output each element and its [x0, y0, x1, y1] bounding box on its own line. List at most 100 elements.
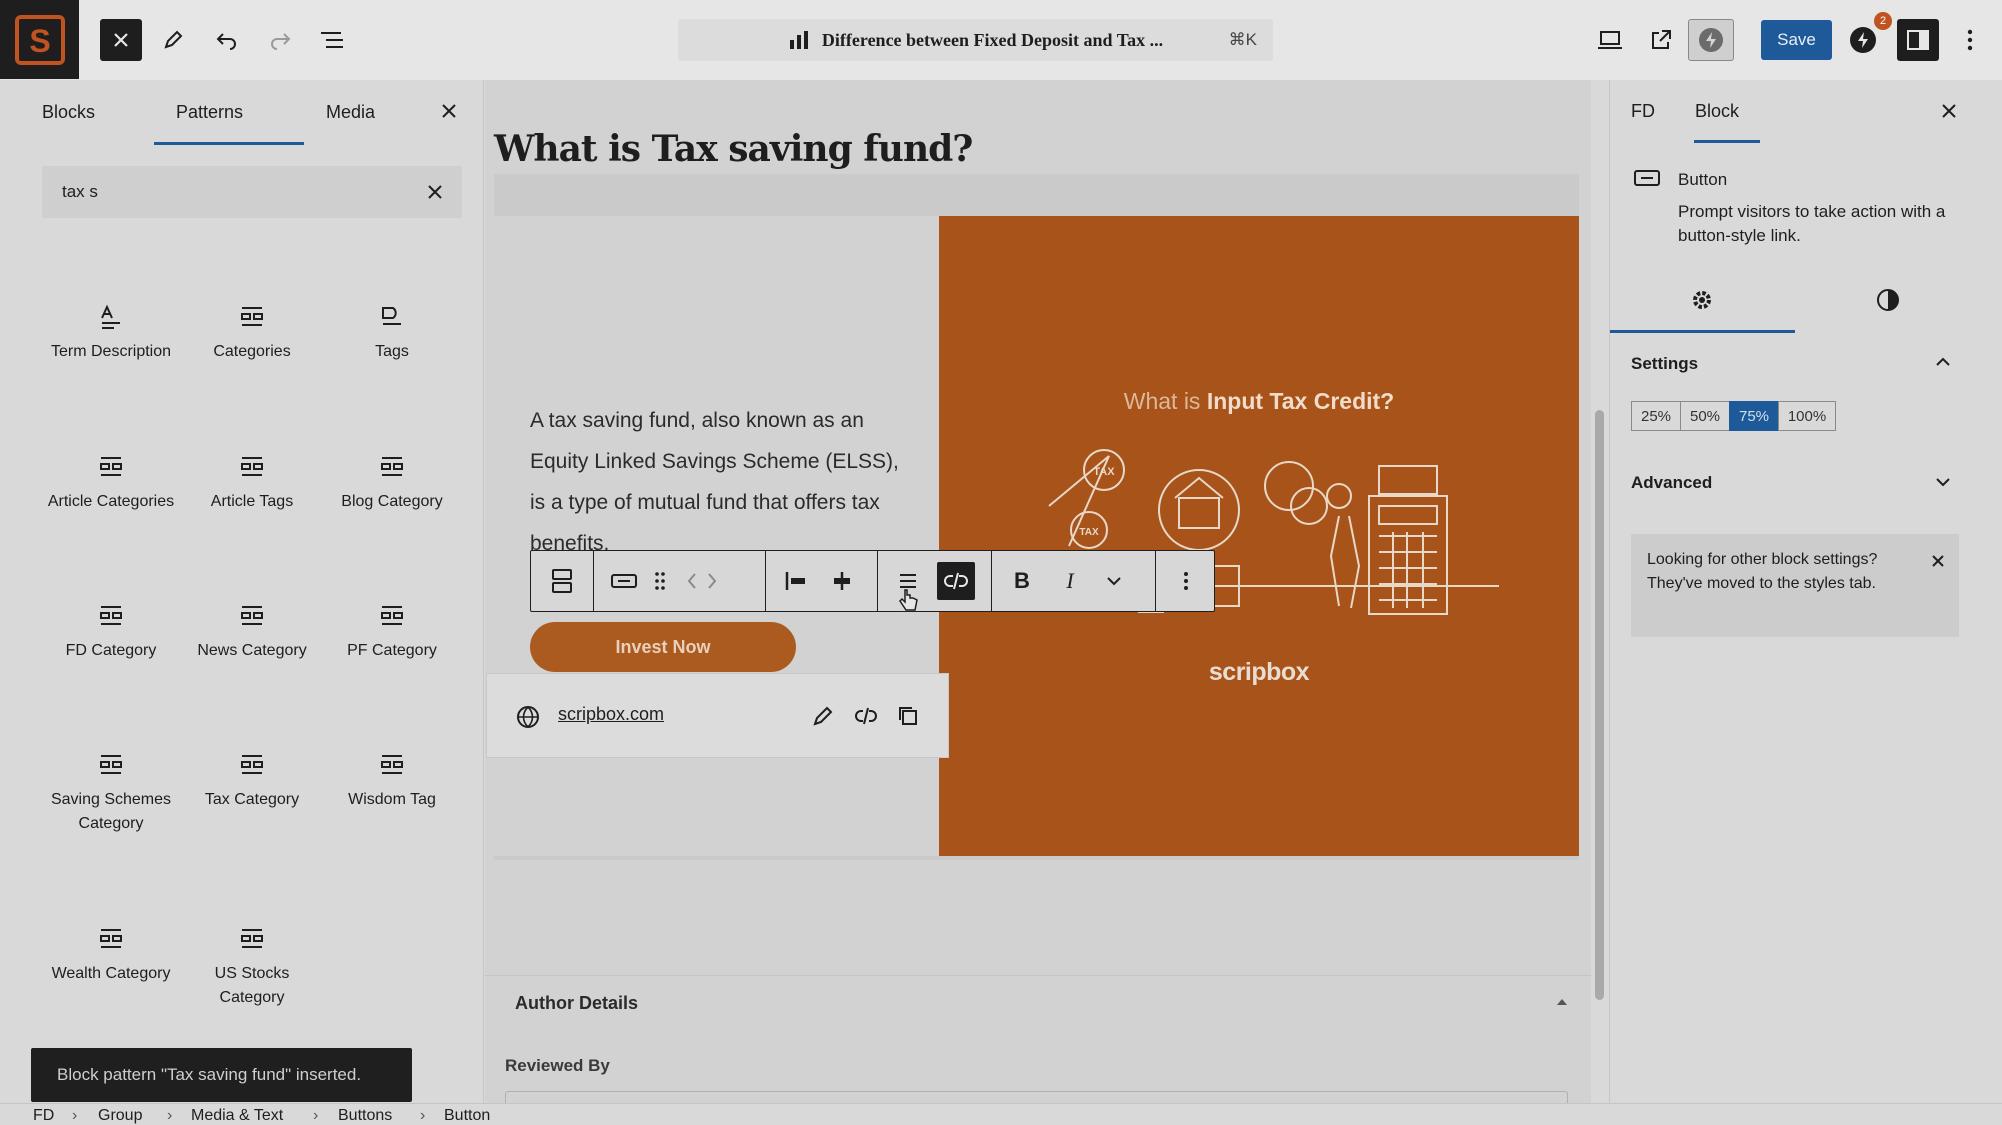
close-inserter-button[interactable]	[100, 19, 142, 61]
breadcrumb-item[interactable]: Group	[98, 1107, 142, 1125]
pattern-category-item[interactable]: News Category	[187, 581, 317, 663]
edit-link-button[interactable]	[812, 705, 834, 727]
pattern-category-item[interactable]: Tax Category	[187, 730, 317, 812]
bold-button[interactable]: B	[1003, 562, 1041, 600]
author-details-title: Author Details	[515, 993, 639, 1013]
document-title: Difference between Fixed Deposit and Tax…	[821, 29, 1164, 50]
block-name: Button	[1678, 170, 1728, 189]
author-details-panel[interactable]	[485, 975, 1591, 1031]
options-menu-button[interactable]	[1950, 20, 1990, 60]
settings-panel-toggle[interactable]	[1897, 19, 1939, 61]
justify-left-button[interactable]	[777, 562, 815, 600]
breadcrumb-item[interactable]: Buttons	[338, 1107, 392, 1125]
page-heading[interactable]: What is Tax saving fund?	[494, 128, 973, 170]
breadcrumb-item[interactable]: Button	[444, 1107, 490, 1125]
performance-button[interactable]	[1688, 19, 1734, 61]
reviewed-by-label: Reviewed By	[505, 1056, 610, 1075]
preview-button[interactable]	[1590, 20, 1630, 60]
block-description: Prompt visitors to take action with a bu…	[1678, 202, 1946, 245]
close-panel-button[interactable]	[440, 102, 458, 120]
notification-badge: 2	[1874, 12, 1892, 30]
styles-tab[interactable]	[1876, 288, 1900, 312]
pattern-category-label: Article Categories	[47, 493, 175, 510]
width-50-button[interactable]: 50%	[1680, 401, 1730, 431]
pattern-category-item[interactable]: PF Category	[327, 581, 457, 663]
remove-link-button[interactable]	[854, 705, 878, 727]
more-formatting-button[interactable]	[1095, 562, 1133, 600]
width-25-button[interactable]: 25%	[1631, 401, 1681, 431]
advanced-section-title[interactable]: Advanced	[1631, 473, 1712, 493]
pattern-category-item[interactable]: FD Category	[46, 581, 176, 663]
canvas-scrollbar[interactable]	[1595, 410, 1604, 1000]
width-75-button[interactable]: 75%	[1729, 401, 1779, 431]
clear-search-button[interactable]	[427, 184, 443, 200]
reviewed-by-field[interactable]	[505, 1091, 1568, 1103]
image-title-prefix: What is	[1123, 388, 1207, 414]
pattern-category-label: Tags	[375, 343, 409, 360]
tab-blocks[interactable]: Blocks	[42, 102, 95, 123]
settings-collapse-toggle[interactable]	[1935, 357, 1951, 367]
redo-button[interactable]	[260, 20, 300, 60]
tab-block[interactable]: Block	[1695, 101, 1739, 122]
pattern-category-item[interactable]: Saving Schemes Category	[46, 730, 176, 836]
active-subtab-indicator	[1610, 330, 1795, 333]
move-right-button[interactable]	[693, 562, 731, 600]
justify-center-button[interactable]	[823, 562, 861, 600]
tab-fd[interactable]: FD	[1631, 101, 1655, 122]
pattern-category-item[interactable]: Blog Category	[327, 432, 457, 514]
close-sidebar-button[interactable]	[1941, 103, 1957, 119]
save-button[interactable]: Save	[1761, 20, 1832, 60]
breadcrumb-item[interactable]: FD	[33, 1107, 54, 1125]
close-icon	[1942, 104, 1956, 118]
block-type-button[interactable]	[605, 562, 643, 600]
settings-tab[interactable]	[1690, 288, 1714, 312]
categories-icon	[46, 432, 176, 480]
width-100-button[interactable]: 100%	[1778, 401, 1836, 431]
pattern-category-item[interactable]: US Stocks Category	[187, 904, 317, 1010]
pattern-category-item[interactable]: Categories	[187, 282, 317, 364]
image-caption-title: What is Input Tax Credit?	[939, 388, 1579, 415]
drag-handle-icon	[655, 572, 665, 590]
media-image[interactable]: TAX TAX	[939, 216, 1579, 856]
dismiss-notice-button[interactable]	[1931, 554, 1945, 568]
pattern-category-label: Wealth Category	[51, 965, 171, 982]
pattern-category-item[interactable]: Term Description	[46, 282, 176, 364]
pattern-category-label: Tax Category	[204, 791, 300, 808]
snackbar-notice[interactable]: Block pattern "Tax saving fund" inserted…	[31, 1048, 412, 1102]
categories-icon	[327, 432, 457, 480]
unlink-button[interactable]	[937, 562, 975, 600]
tab-patterns[interactable]: Patterns	[176, 102, 243, 123]
pattern-category-item[interactable]: Wisdom Tag	[327, 730, 457, 812]
site-logo[interactable]: S	[0, 0, 79, 79]
pattern-category-item[interactable]: Article Tags	[187, 432, 317, 514]
pattern-category-item[interactable]: Tags	[327, 282, 457, 364]
italic-button[interactable]: I	[1051, 562, 1089, 600]
tools-button[interactable]	[153, 20, 193, 60]
bar-chart-icon	[789, 31, 808, 49]
active-tab-indicator	[1694, 140, 1760, 143]
document-overview-button[interactable]	[312, 20, 352, 60]
link-off-icon	[944, 572, 968, 590]
collapse-toggle[interactable]	[1556, 998, 1568, 1006]
tab-media[interactable]: Media	[326, 102, 375, 123]
parent-block-button[interactable]	[543, 562, 581, 600]
pattern-search-input[interactable]: tax s	[42, 166, 462, 218]
pattern-category-label: Categories	[213, 343, 291, 360]
categories-icon	[46, 904, 176, 952]
categories-icon	[46, 581, 176, 629]
view-post-button[interactable]	[1641, 20, 1681, 60]
block-options-button[interactable]	[1167, 562, 1205, 600]
undo-button[interactable]	[207, 20, 247, 60]
pattern-category-item[interactable]: Article Categories	[46, 432, 176, 514]
link-url[interactable]: scripbox.com	[558, 704, 664, 725]
copy-link-button[interactable]	[897, 705, 919, 727]
breadcrumb-item[interactable]: Media & Text	[191, 1107, 283, 1125]
pattern-category-item[interactable]: Wealth Category	[46, 904, 176, 986]
pencil-icon	[164, 30, 183, 49]
pattern-category-label: FD Category	[65, 642, 157, 659]
document-title-bar[interactable]: Difference between Fixed Deposit and Tax…	[678, 19, 1273, 61]
advanced-expand-toggle[interactable]	[1935, 477, 1951, 487]
content-paragraph[interactable]: A tax saving fund, also known as an Equi…	[530, 400, 910, 564]
invest-now-button[interactable]: Invest Now	[530, 622, 796, 672]
settings-section-title[interactable]: Settings	[1631, 354, 1698, 374]
